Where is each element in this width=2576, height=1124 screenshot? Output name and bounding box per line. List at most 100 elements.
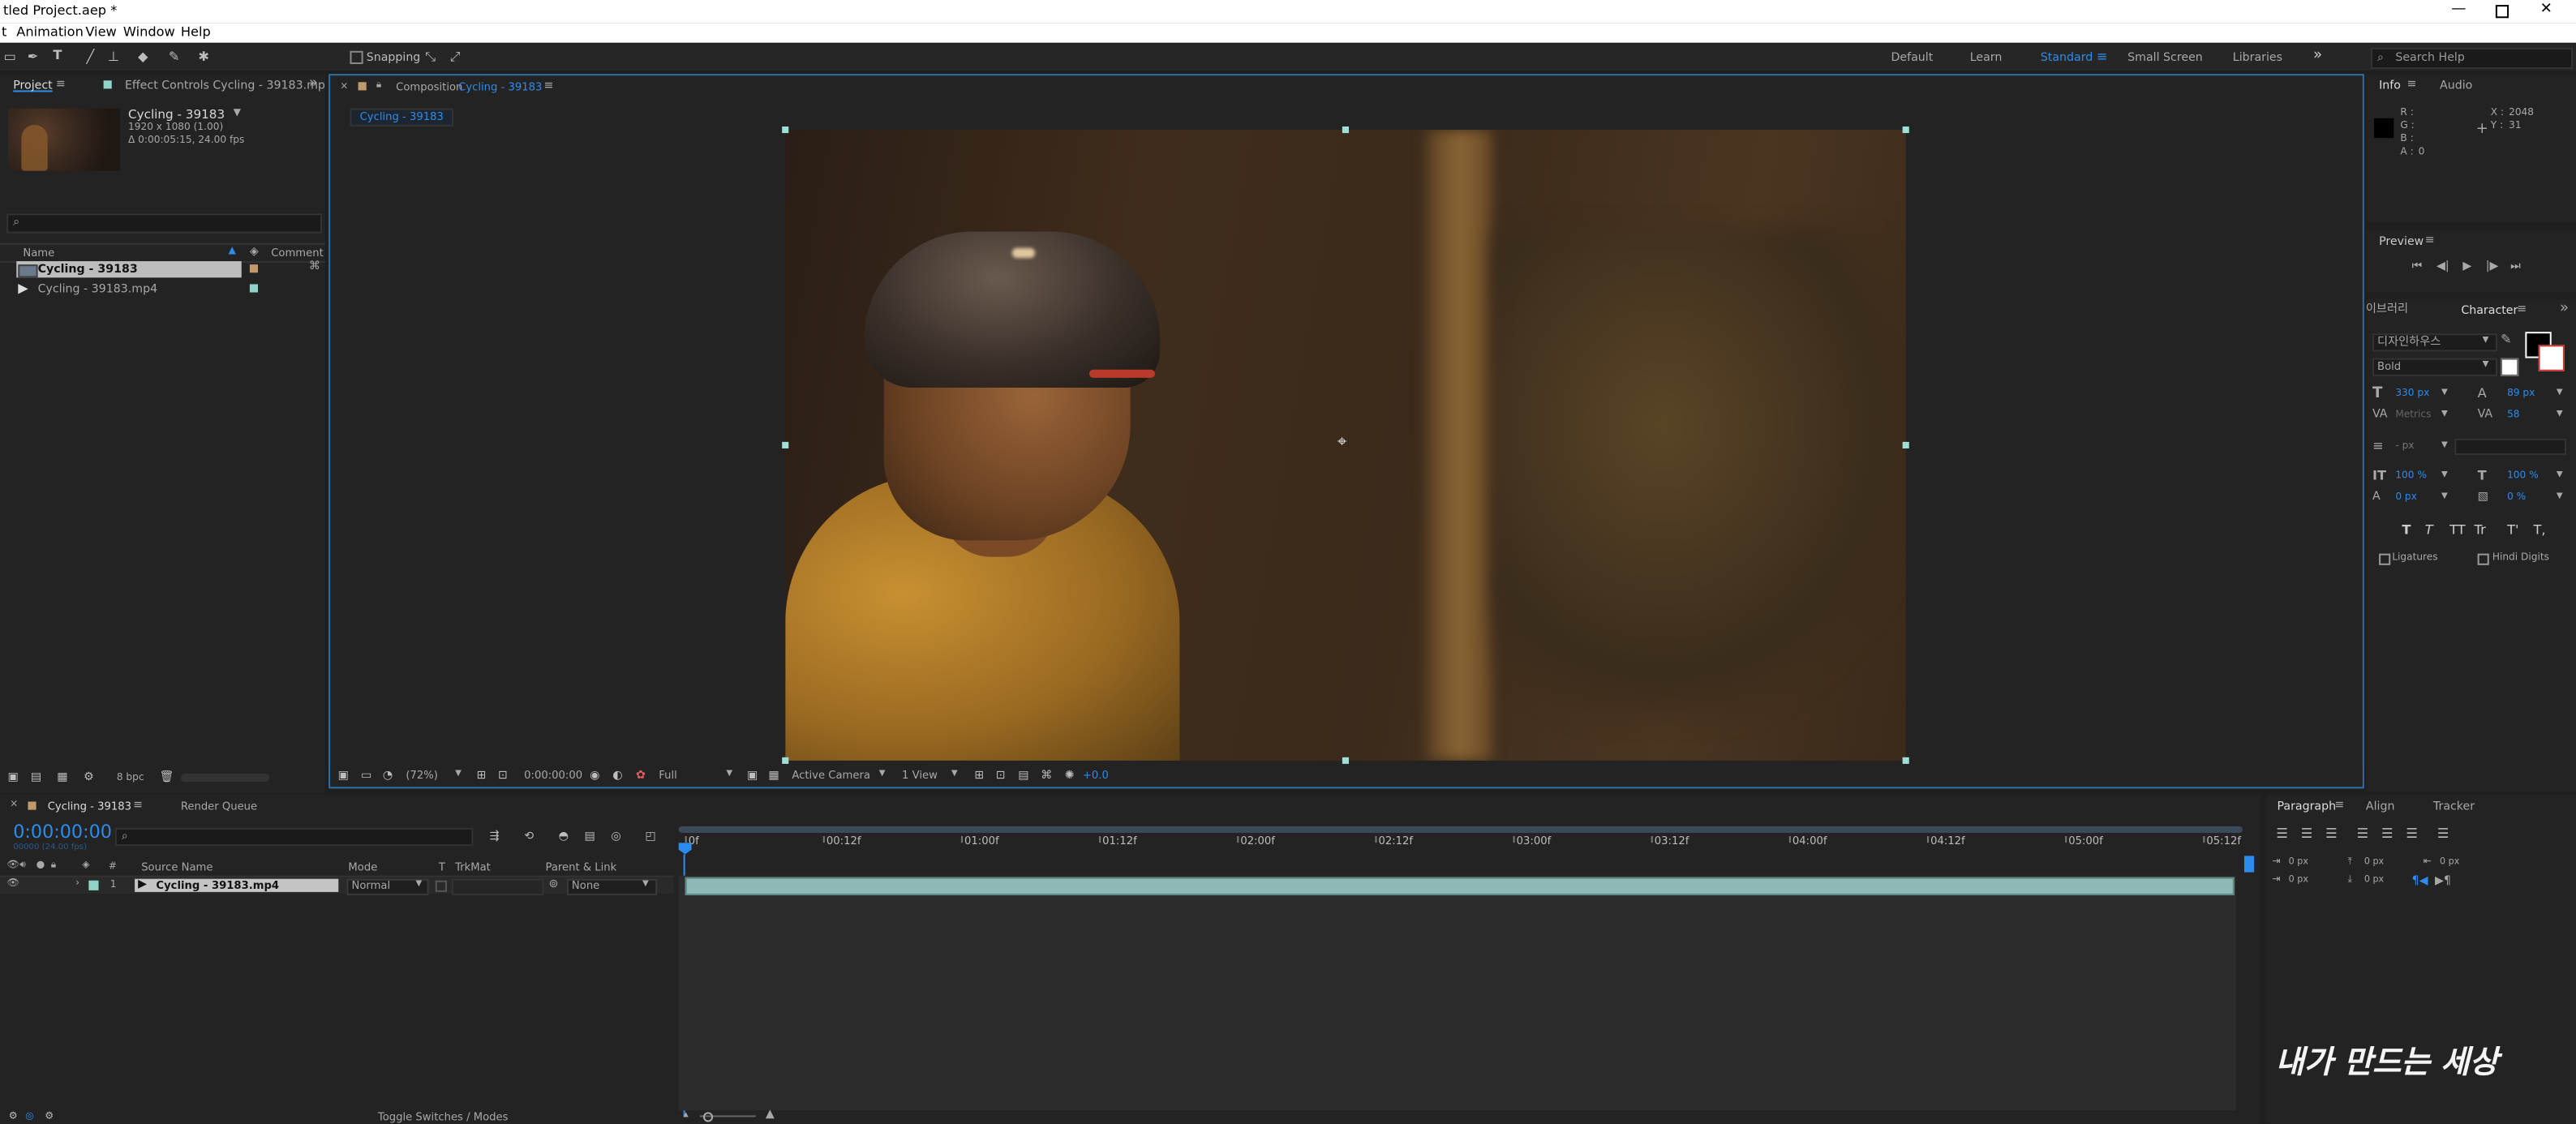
baseline-shift-chevron-icon[interactable]: ▼ — [2441, 492, 2448, 501]
mask-visibility-icon[interactable]: ◔ — [381, 769, 394, 782]
stroke-style-select[interactable] — [2454, 438, 2566, 456]
font-family-select[interactable]: 디자인하우스 ▼ — [2372, 333, 2497, 352]
eyedropper-icon[interactable]: ✎ — [2501, 332, 2512, 346]
snap-edges-icon[interactable]: ⤡ — [424, 50, 437, 64]
tab-audio[interactable]: Audio — [2440, 79, 2472, 92]
resolution-chevron-icon[interactable]: ▼ — [726, 770, 732, 779]
ligatures-checkbox[interactable] — [2379, 553, 2391, 565]
project-tab-menu-icon[interactable]: ≡ — [56, 78, 66, 90]
timeline-tab-menu-icon[interactable]: ≡ — [133, 799, 143, 811]
layer-switches-icon[interactable]: ⚙ — [6, 1110, 19, 1123]
anchor-point-icon[interactable]: ⌖ — [1337, 435, 1346, 452]
comp-tab-label[interactable]: Composition — [396, 82, 462, 92]
timeline-search-field[interactable]: ⌕ — [114, 827, 474, 847]
justify-left-icon[interactable]: ☰ — [2356, 827, 2369, 841]
render-3d-icon[interactable]: ⊡ — [994, 769, 1007, 782]
transform-handle[interactable] — [782, 757, 789, 764]
preview-menu-icon[interactable]: ≡ — [2425, 234, 2435, 247]
small-caps-button[interactable]: Tr — [2475, 523, 2486, 537]
view-layout-dropdown[interactable]: 1 View — [902, 770, 938, 781]
exposure-reset-icon[interactable]: ✺ — [1063, 769, 1076, 782]
no-fill-swatch[interactable] — [2500, 358, 2519, 376]
previous-frame-icon[interactable]: ◀| — [2436, 260, 2449, 272]
composition-mini-flowchart-icon[interactable]: ⇶ — [488, 830, 501, 843]
tab-character[interactable]: Character — [2461, 305, 2518, 317]
preview-title[interactable]: Preview — [2379, 236, 2424, 248]
delete-icon[interactable]: 🗑 — [159, 770, 174, 783]
project-item-dropdown-icon[interactable]: ▼ — [234, 108, 241, 118]
column-mode[interactable]: Mode — [348, 862, 377, 873]
zoom-out-icon[interactable]: ▴ — [684, 1109, 689, 1120]
hindi-digits-checkbox[interactable] — [2477, 553, 2489, 565]
tab-libraries[interactable]: 이브러리 — [2366, 303, 2408, 315]
work-area-bar[interactable] — [678, 826, 2243, 833]
new-folder-icon[interactable]: ▤ — [29, 770, 42, 783]
font-size-value[interactable]: 330 px — [2395, 388, 2429, 399]
leading-value[interactable]: 89 px — [2507, 388, 2535, 399]
faux-italic-button[interactable]: T — [2425, 523, 2433, 537]
tab-tracker[interactable]: Tracker — [2433, 800, 2475, 813]
label-column-icon[interactable]: ◈ — [250, 246, 259, 258]
faux-bold-button[interactable]: T — [2402, 523, 2411, 537]
type-tool-icon[interactable]: T — [51, 49, 64, 62]
all-caps-button[interactable]: TT — [2449, 523, 2466, 537]
tracking-value[interactable]: 58 — [2507, 410, 2519, 420]
column-comment[interactable]: Comment — [271, 248, 324, 259]
justify-right-icon[interactable]: ☰ — [2405, 827, 2418, 841]
leading-chevron-icon[interactable]: ▼ — [2557, 388, 2563, 397]
always-preview-icon[interactable]: ▣ — [337, 769, 350, 782]
zoom-slider-thumb[interactable] — [702, 1112, 714, 1122]
indent-right-value[interactable]: 0 px — [2440, 858, 2459, 868]
snapshot-icon[interactable]: ◉ — [588, 769, 601, 782]
align-center-icon[interactable]: ☰ — [2300, 827, 2313, 841]
current-time-display[interactable]: 0:00:00:00 — [13, 823, 112, 841]
ltr-direction-icon[interactable]: ¶◀ — [2412, 875, 2428, 887]
layer-duration-bar[interactable] — [685, 877, 2235, 895]
layer-row[interactable]: 👁︎ › 1 ▶ Cycling - 39183.mp4 Normal ▼ ⊚ … — [0, 877, 674, 895]
workspace-small-screen[interactable]: Small Screen — [2127, 52, 2203, 64]
last-frame-icon[interactable]: ⏭ — [2510, 260, 2521, 272]
puppet-pin-icon[interactable]: ✱ — [197, 50, 210, 64]
transform-handle[interactable] — [782, 126, 789, 134]
transform-handle[interactable] — [1902, 441, 1909, 448]
transform-handle[interactable] — [1342, 126, 1350, 134]
project-list-item[interactable]: ▶ Cycling - 39183.mp4 — [16, 281, 242, 297]
tab-align[interactable]: Align — [2366, 800, 2395, 813]
camera-chevron-icon[interactable]: ▼ — [879, 770, 886, 779]
camera-dropdown[interactable]: Active Camera — [792, 770, 870, 781]
rtl-direction-icon[interactable]: ▶¶ — [2435, 875, 2451, 887]
column-name[interactable]: Name — [23, 248, 54, 259]
transparency-grid-icon[interactable]: ▦ — [767, 769, 780, 782]
timeline-link-icon[interactable]: ▤ — [1017, 769, 1030, 782]
project-list-item[interactable]: Cycling - 39183 — [16, 261, 242, 278]
project-search-field[interactable]: ⌕ — [6, 213, 323, 234]
tab-project[interactable]: Project — [13, 79, 53, 92]
comp-tab-name[interactable]: Cycling - 39183 — [458, 82, 542, 92]
justify-center-icon[interactable]: ☰ — [2381, 827, 2394, 841]
justify-all-icon[interactable]: ☰ — [2436, 827, 2449, 841]
project-footer-scroll[interactable] — [180, 774, 270, 783]
tracking-chevron-icon[interactable]: ▼ — [2557, 410, 2563, 418]
region-of-interest-icon[interactable]: ⊡ — [496, 769, 509, 782]
stroke-width-chevron-icon[interactable]: ▼ — [2441, 441, 2448, 450]
font-size-chevron-icon[interactable]: ▼ — [2441, 388, 2448, 397]
vertical-scale-value[interactable]: 100 % — [2395, 470, 2427, 481]
toggle-pixel-aspect-icon[interactable]: ⊞ — [972, 769, 985, 782]
stroke-width-value[interactable]: - px — [2395, 441, 2414, 452]
snapping-checkbox[interactable] — [350, 50, 363, 64]
magnification-dropdown[interactable]: (72%) — [406, 770, 438, 781]
comp-close-icon[interactable]: × — [340, 81, 348, 92]
more-workspaces-icon[interactable]: » — [2313, 49, 2322, 64]
menu-item-animation[interactable]: Animation — [16, 25, 84, 39]
horizontal-scale-value[interactable]: 100 % — [2507, 470, 2539, 481]
monitor-icon[interactable]: ▭ — [360, 769, 373, 782]
view-chevron-icon[interactable]: ▼ — [951, 770, 958, 779]
space-after-value[interactable]: 0 px — [2364, 877, 2384, 886]
comp-current-time[interactable]: 0:00:00:00 — [524, 770, 582, 781]
exposure-value[interactable]: +0.0 — [1083, 770, 1109, 781]
lock-icon[interactable]: 🔒︎ — [376, 79, 381, 90]
lock-column-icon[interactable]: 🔒︎ — [51, 860, 56, 870]
tab-timeline[interactable]: Cycling - 39183 — [48, 801, 131, 812]
tsume-chevron-icon[interactable]: ▼ — [2557, 492, 2563, 501]
flowchart-view-icon[interactable]: ⌘ — [1040, 769, 1053, 782]
